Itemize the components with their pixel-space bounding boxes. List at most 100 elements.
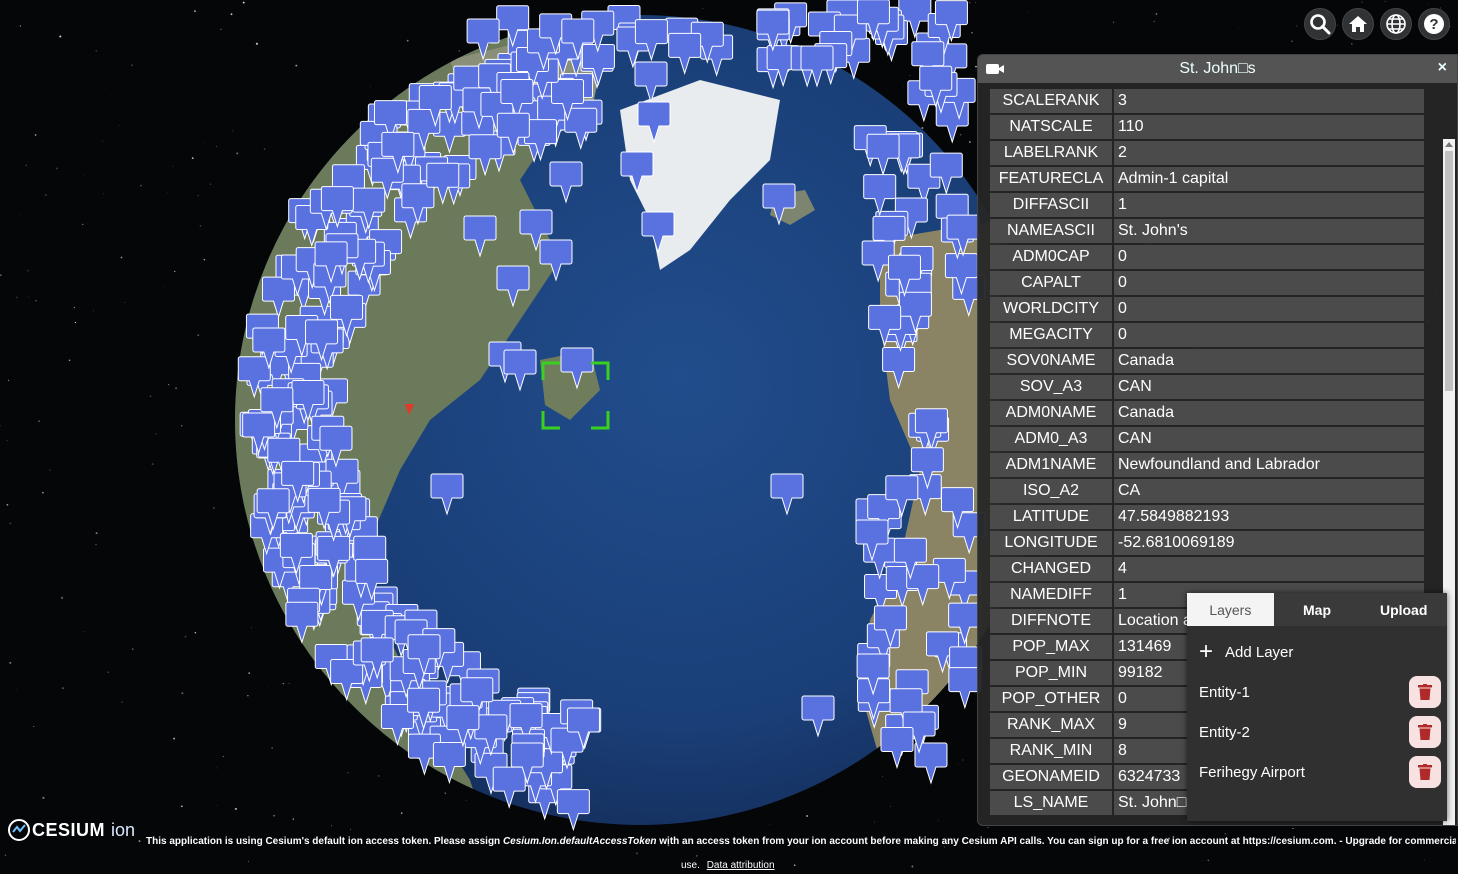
property-key: DIFFNOTE	[990, 609, 1112, 633]
data-attribution-link[interactable]: Data attribution	[707, 860, 775, 871]
entity-row[interactable]: Ferihegy Airport	[1187, 752, 1447, 792]
city-marker-pin[interactable]	[880, 726, 914, 770]
entity-label: Ferihegy Airport	[1199, 763, 1305, 781]
property-key: LS_NAME	[990, 791, 1112, 815]
property-key: CHANGED	[990, 557, 1112, 581]
tab-layers[interactable]: Layers	[1187, 593, 1274, 626]
property-row: FEATURECLA Admin-1 capital	[990, 167, 1424, 191]
property-row: WORLDCITY 0	[990, 297, 1424, 321]
property-row: ADM0NAME Canada	[990, 401, 1424, 425]
info-box-title-bar: St. John□s ×	[978, 55, 1457, 83]
property-key: ISO_A2	[990, 479, 1112, 503]
property-key: MEGACITY	[990, 323, 1112, 347]
search-icon	[1310, 14, 1331, 35]
property-key: SCALERANK	[990, 89, 1112, 113]
property-key: SOV_A3	[990, 375, 1112, 399]
toolbar: ?	[1304, 8, 1450, 40]
close-button[interactable]: ×	[1438, 59, 1447, 77]
property-value: Admin-1 capital	[1114, 167, 1424, 191]
property-key: LABELRANK	[990, 141, 1112, 165]
property-key: NATSCALE	[990, 115, 1112, 139]
property-row: ADM0_A3 CAN	[990, 427, 1424, 451]
property-row: LATITUDE 47.5849882193	[990, 505, 1424, 529]
property-value: 3	[1114, 89, 1424, 113]
scene-mode-button[interactable]	[1380, 8, 1412, 40]
property-row: MEGACITY 0	[990, 323, 1424, 347]
property-key: LATITUDE	[990, 505, 1112, 529]
home-icon	[1349, 16, 1367, 32]
layers-panel: Layers Map Upload + Add Layer Entity-1 E…	[1187, 593, 1447, 821]
property-row: LABELRANK 2	[990, 141, 1424, 165]
trash-icon	[1418, 724, 1432, 740]
property-key: ADM0_A3	[990, 427, 1112, 451]
globe-icon	[1386, 14, 1406, 34]
warning-token-reference: Cesium.Ion.defaultAccessToken	[502, 836, 657, 847]
property-value: 2	[1114, 141, 1424, 165]
delete-entity-button[interactable]	[1409, 756, 1441, 788]
scroll-up-arrow-icon[interactable]	[1445, 142, 1453, 147]
property-value: Canada	[1114, 401, 1424, 425]
property-value: 0	[1114, 323, 1424, 347]
tab-upload[interactable]: Upload	[1360, 593, 1447, 626]
property-key: ADM1NAME	[990, 453, 1112, 477]
logo-text: CESIUM	[32, 819, 106, 840]
warning-text-end: use.	[681, 860, 700, 871]
city-marker-pin[interactable]	[556, 789, 590, 832]
warning-text-prefix: This application is using Cesium's defau…	[146, 836, 503, 847]
property-key: SOV0NAME	[990, 349, 1112, 373]
property-value: CA	[1114, 479, 1424, 503]
help-button[interactable]: ?	[1418, 8, 1450, 40]
entity-row[interactable]: Entity-1	[1187, 672, 1447, 712]
svg-text:?: ?	[1429, 16, 1438, 33]
delete-entity-button[interactable]	[1409, 716, 1441, 748]
property-key: FEATURECLA	[990, 167, 1112, 191]
tab-map[interactable]: Map	[1274, 593, 1361, 626]
trash-icon	[1418, 764, 1432, 780]
property-row: NATSCALE 110	[990, 115, 1424, 139]
property-row: SOV0NAME Canada	[990, 349, 1424, 373]
property-key: POP_OTHER	[990, 687, 1112, 711]
entity-label: Entity-1	[1199, 683, 1250, 701]
warning-text-suffix: with an access token from your ion accou…	[656, 836, 1456, 847]
trash-icon	[1418, 684, 1432, 700]
add-layer-button[interactable]: + Add Layer	[1187, 632, 1447, 672]
property-value: CAN	[1114, 427, 1424, 451]
property-key: DIFFASCII	[990, 193, 1112, 217]
help-icon: ?	[1424, 14, 1444, 34]
property-value: Canada	[1114, 349, 1424, 373]
credit-line-2: use. Data attribution	[681, 860, 775, 871]
property-value: 0	[1114, 297, 1424, 321]
property-value: 1	[1114, 193, 1424, 217]
property-row: ISO_A2 CA	[990, 479, 1424, 503]
plus-icon: +	[1199, 638, 1214, 665]
entity-row[interactable]: Entity-2	[1187, 712, 1447, 752]
property-value: 0	[1114, 245, 1424, 269]
home-button[interactable]	[1342, 8, 1374, 40]
property-key: POP_MIN	[990, 661, 1112, 685]
property-row: ADM1NAME Newfoundland and Labrador	[990, 453, 1424, 477]
property-value: 110	[1114, 115, 1424, 139]
property-key: RANK_MIN	[990, 739, 1112, 763]
property-value: St. John's	[1114, 219, 1424, 243]
delete-entity-button[interactable]	[1409, 676, 1441, 708]
scrollbar-thumb[interactable]	[1445, 151, 1453, 391]
property-key: GEONAMEID	[990, 765, 1112, 789]
access-token-warning: This application is using Cesium's defau…	[146, 836, 1456, 847]
property-key: ADM0CAP	[990, 245, 1112, 269]
info-box-title: St. John□s	[1179, 60, 1256, 77]
add-layer-label: Add Layer	[1225, 643, 1294, 661]
property-value: -52.6810069189	[1114, 531, 1424, 555]
property-value: 4	[1114, 557, 1424, 581]
property-row: CHANGED 4	[990, 557, 1424, 581]
property-row: LONGITUDE -52.6810069189	[990, 531, 1424, 555]
property-row: NAMEASCII St. John's	[990, 219, 1424, 243]
camera-icon[interactable]	[986, 62, 1004, 75]
property-key: LONGITUDE	[990, 531, 1112, 555]
cesium-logo-icon	[8, 819, 30, 841]
property-key: POP_MAX	[990, 635, 1112, 659]
property-key: WORLDCITY	[990, 297, 1112, 321]
cesium-ion-logo[interactable]: CESIUM ion	[8, 819, 135, 841]
geocoder-search-button[interactable]	[1304, 8, 1336, 40]
property-value: 0	[1114, 271, 1424, 295]
property-key: NAMEDIFF	[990, 583, 1112, 607]
